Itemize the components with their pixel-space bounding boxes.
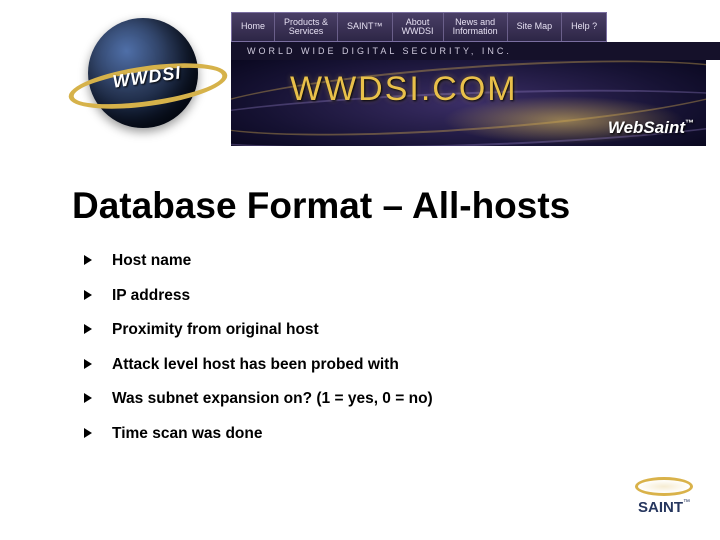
websaint-label: WebSaint™	[608, 118, 694, 138]
nav-saint[interactable]: SAINT™	[338, 13, 393, 41]
websaint-text: WebSaint	[608, 118, 685, 137]
nav-about[interactable]: About WWDSI	[393, 13, 444, 41]
saint-logo-label: SAINT	[638, 499, 683, 516]
list-item: Proximity from original host	[84, 321, 433, 339]
nav-products-services[interactable]: Products & Services	[275, 13, 338, 41]
page-title: Database Format – All-hosts	[72, 185, 570, 227]
list-item: IP address	[84, 287, 433, 305]
list-item: Time scan was done	[84, 425, 433, 443]
nav-home[interactable]: Home	[232, 13, 275, 41]
saint-footer-logo: SAINT™	[632, 477, 696, 516]
trademark-symbol: ™	[683, 499, 690, 506]
list-item: Was subnet expansion on? (1 = yes, 0 = n…	[84, 390, 433, 408]
header-banner: WWDSI Home Products & Services SAINT™ Ab…	[0, 0, 720, 150]
globe-logo: WWDSI	[78, 8, 208, 138]
nav-news[interactable]: News and Information	[444, 13, 508, 41]
nav-help[interactable]: Help ?	[562, 13, 606, 41]
nav-sitemap[interactable]: Site Map	[508, 13, 563, 41]
halo-icon	[635, 477, 693, 496]
saint-logo-text: SAINT™	[632, 499, 696, 516]
trademark-symbol: ™	[685, 118, 694, 128]
top-nav: Home Products & Services SAINT™ About WW…	[231, 12, 607, 42]
domain-label: WWDSI.COM	[290, 70, 518, 109]
list-item: Host name	[84, 252, 433, 270]
company-tagline: WORLD WIDE DIGITAL SECURITY, INC.	[231, 42, 720, 60]
bullet-list: Host name IP address Proximity from orig…	[84, 252, 433, 459]
list-item: Attack level host has been probed with	[84, 356, 433, 374]
